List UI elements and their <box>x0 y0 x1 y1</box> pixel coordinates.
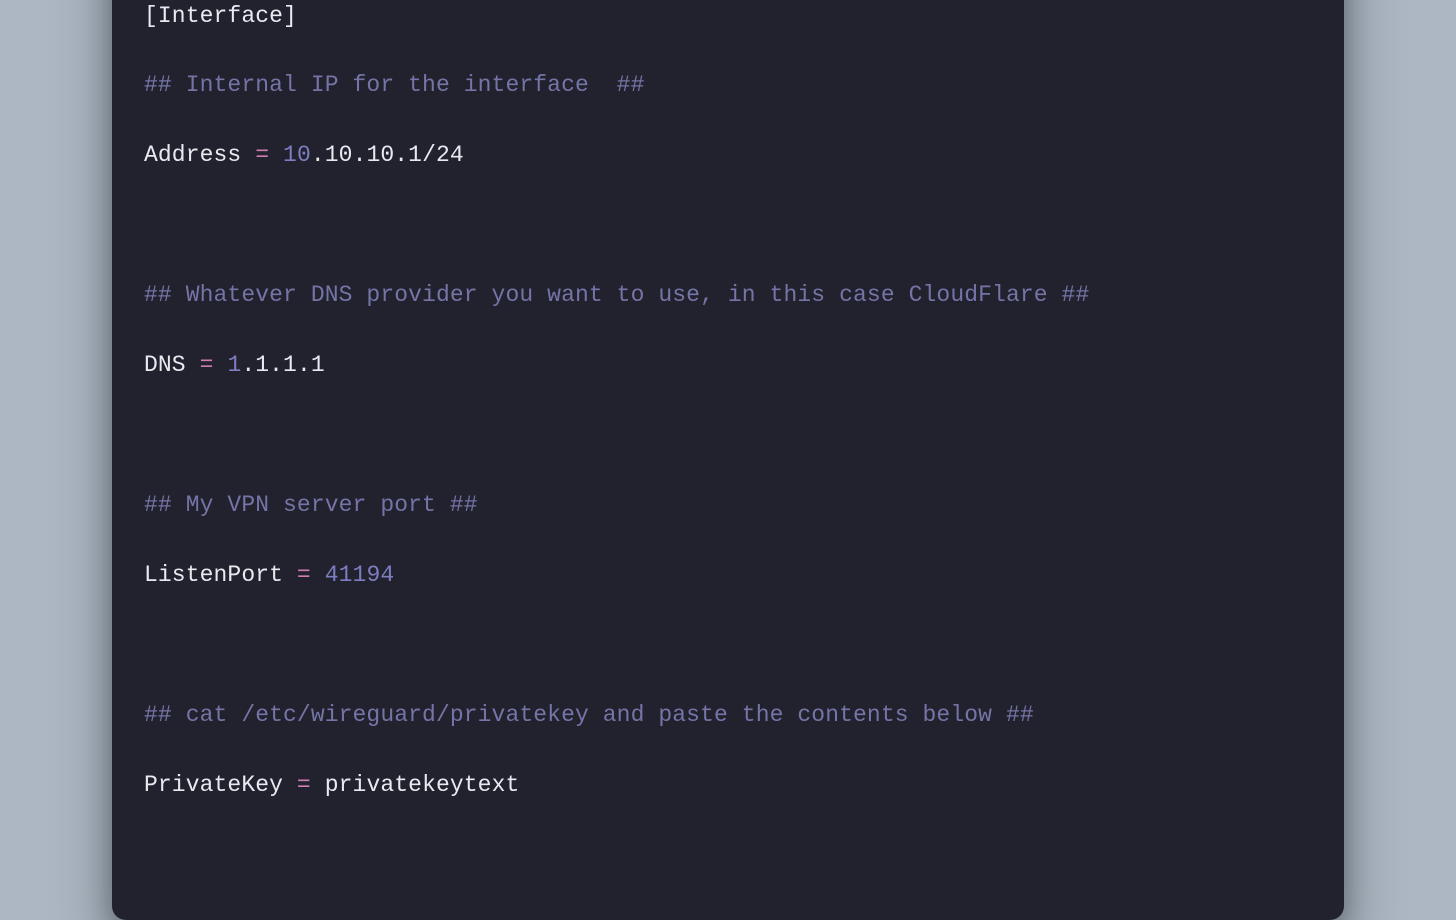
key-port: ListenPort <box>144 562 283 588</box>
section-header: [Interface] <box>144 3 297 29</box>
op-eq: = <box>283 562 325 588</box>
comment-address: ## Internal IP for the interface ## <box>144 72 644 98</box>
comment-dns: ## Whatever DNS provider you want to use… <box>144 282 1089 308</box>
comment-pk: ## cat /etc/wireguard/privatekey and pas… <box>144 702 1034 728</box>
num-dns: 1 <box>227 352 241 378</box>
key-dns: DNS <box>144 352 186 378</box>
terminal-window: [Interface] ## Internal IP for the inter… <box>112 0 1344 920</box>
num-address: 10 <box>283 142 311 168</box>
val-pk: privatekeytext <box>325 772 520 798</box>
blank-line <box>144 628 1312 663</box>
val-dns-rest: .1.1.1 <box>241 352 324 378</box>
key-pk: PrivateKey <box>144 772 283 798</box>
comment-port: ## My VPN server port ## <box>144 492 478 518</box>
op-eq: = <box>283 772 325 798</box>
blank-line <box>144 418 1312 453</box>
val-address-rest: .10.10.1/24 <box>311 142 464 168</box>
code-block: [Interface] ## Internal IP for the inter… <box>112 0 1344 880</box>
num-port: 41194 <box>325 562 395 588</box>
op-eq: = <box>241 142 283 168</box>
op-eq: = <box>186 352 228 378</box>
blank-line <box>144 208 1312 243</box>
key-address: Address <box>144 142 241 168</box>
